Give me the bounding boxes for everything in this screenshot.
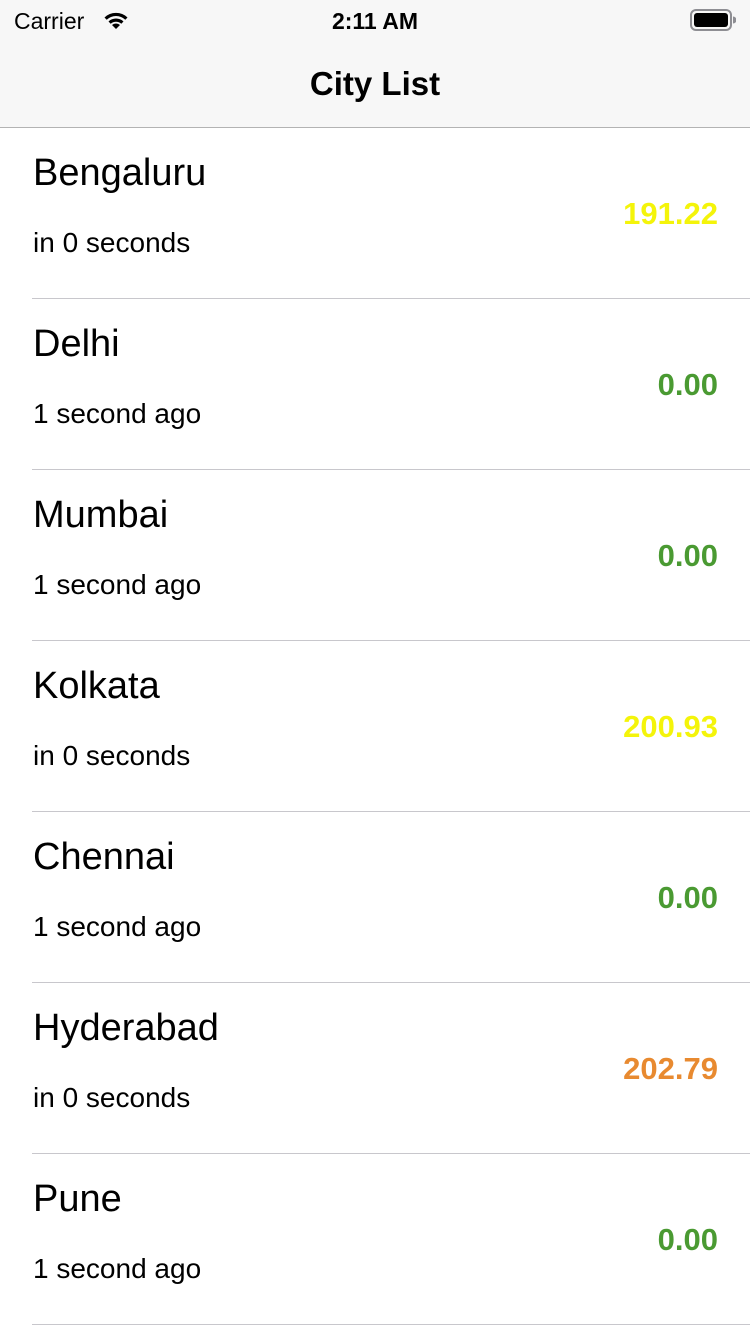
- city-row[interactable]: Kolkata in 0 seconds 200.93: [0, 641, 750, 812]
- city-name: Pune: [33, 1178, 122, 1220]
- city-row[interactable]: Bengaluru in 0 seconds 191.22: [0, 128, 750, 299]
- page-title: City List: [309, 65, 441, 102]
- city-name: Kolkata: [33, 665, 160, 707]
- navigation-bar: City List: [0, 40, 750, 128]
- aqi-value: 200.93: [623, 709, 718, 744]
- city-row[interactable]: Hyderabad in 0 seconds 202.79: [0, 983, 750, 1154]
- status-bar: Carrier 2:11 AM: [0, 0, 750, 40]
- aqi-value: 202.79: [623, 1051, 718, 1086]
- last-updated: in 0 seconds: [33, 227, 191, 258]
- city-row[interactable]: Pune 1 second ago 0.00: [0, 1154, 750, 1325]
- city-name: Mumbai: [33, 494, 169, 536]
- city-name: Chennai: [33, 836, 175, 878]
- city-row[interactable]: Chennai 1 second ago 0.00: [0, 812, 750, 983]
- status-time: 2:11 AM: [331, 8, 419, 34]
- last-updated: in 0 seconds: [33, 1082, 191, 1113]
- aqi-value: 0.00: [657, 538, 718, 573]
- last-updated: in 0 seconds: [33, 740, 191, 771]
- aqi-value: 0.00: [657, 367, 718, 402]
- city-name: Delhi: [33, 323, 120, 365]
- last-updated: 1 second ago: [33, 398, 202, 429]
- last-updated: 1 second ago: [33, 569, 202, 600]
- city-row[interactable]: Mumbai 1 second ago 0.00: [0, 470, 750, 641]
- city-name: Bengaluru: [33, 152, 207, 194]
- aqi-value: 0.00: [657, 1222, 718, 1257]
- battery-icon: [690, 9, 736, 31]
- city-name: Hyderabad: [33, 1007, 219, 1049]
- city-row[interactable]: Delhi 1 second ago 0.00: [0, 299, 750, 470]
- last-updated: 1 second ago: [33, 1253, 202, 1284]
- aqi-value: 0.00: [657, 880, 718, 915]
- last-updated: 1 second ago: [33, 911, 202, 942]
- aqi-value: 191.22: [623, 196, 718, 231]
- city-list: Bengaluru in 0 seconds 191.22 Delhi 1 second…: [0, 128, 750, 1325]
